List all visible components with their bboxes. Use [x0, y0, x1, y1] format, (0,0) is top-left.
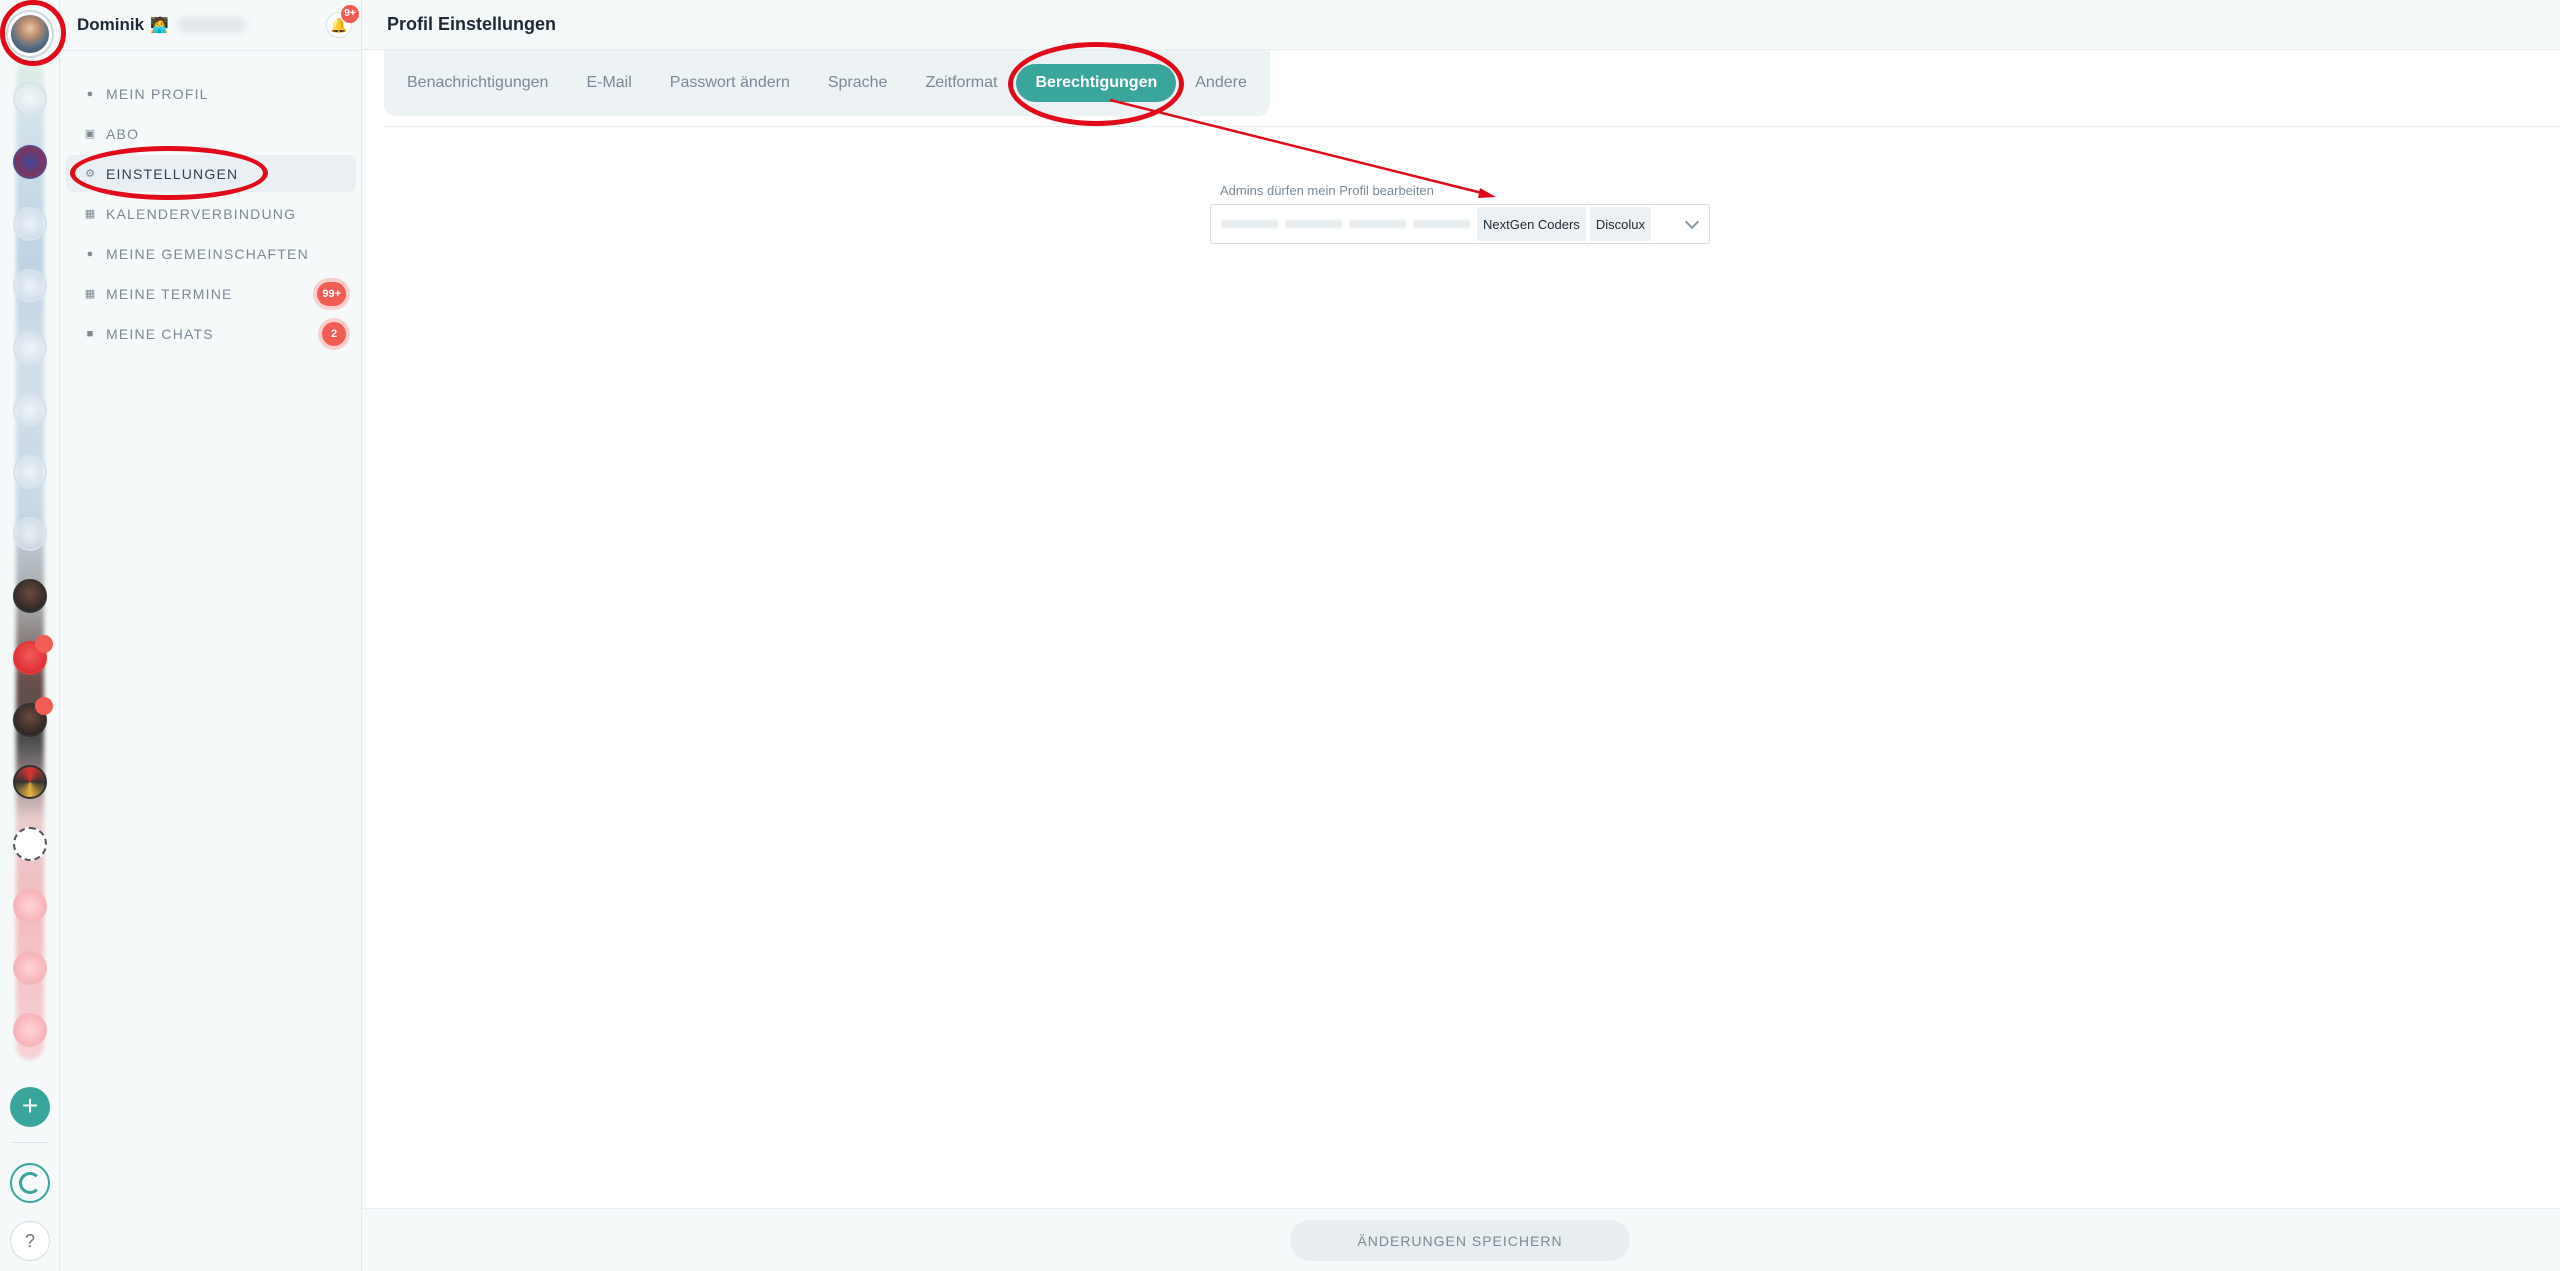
community-item[interactable] [11, 1011, 49, 1049]
community-item[interactable] [11, 763, 49, 801]
community-rail: + ? [0, 0, 60, 1271]
chat-icon: ■ [86, 327, 94, 340]
notifications-button[interactable]: 🔔 9+ [326, 5, 359, 38]
community-item[interactable] [11, 267, 49, 305]
app-logo-icon[interactable] [10, 1163, 50, 1203]
community-item[interactable] [11, 577, 49, 615]
community-item[interactable] [11, 887, 49, 925]
user-avatar[interactable] [8, 12, 52, 56]
sidebar-item-meine-chats[interactable]: ■ MEINE CHATS 2 [66, 315, 356, 352]
question-icon: ? [24, 1231, 35, 1251]
tab-passwort-aendern[interactable]: Passwort ändern [651, 64, 809, 102]
sidebar-item-label: EINSTELLUNGEN [106, 165, 239, 182]
profile-sidebar: Dominik 🧑‍💻 🔔 9+ ● MEIN PROFIL ▣ ABO ⚙ E… [60, 0, 362, 1271]
calendar-sync-icon: ▦ [84, 207, 96, 220]
selected-chip-nextgen-coders[interactable]: NextGen Coders [1477, 207, 1586, 241]
community-item[interactable] [11, 391, 49, 429]
page-header: Profil Einstellungen [362, 0, 2560, 50]
community-item[interactable] [11, 80, 49, 118]
admin-permissions-select[interactable]: NextGen Coders Discolux [1210, 204, 1710, 244]
community-item[interactable] [11, 453, 49, 491]
person-icon: ● [86, 87, 94, 100]
sidebar-item-label: KALENDERVERBINDUNG [106, 205, 297, 222]
tab-sprache[interactable]: Sprache [809, 64, 907, 102]
main-content: Profil Einstellungen Benachrichtigungen … [362, 0, 2560, 1271]
selected-chip-discolux[interactable]: Discolux [1589, 207, 1651, 241]
sidebar-divider [60, 50, 362, 51]
count-badge: 99+ [317, 282, 346, 306]
community-item[interactable] [11, 143, 49, 181]
user-name: Dominik [77, 15, 145, 34]
tab-berechtigungen[interactable]: Berechtigungen [1016, 64, 1177, 102]
selected-chip-blurred [1285, 220, 1343, 228]
sidebar-item-label: MEINE TERMINE [106, 285, 233, 302]
sidebar-item-einstellungen[interactable]: ⚙ EINSTELLUNGEN [66, 155, 356, 192]
community-item[interactable] [11, 329, 49, 367]
footer-bar: ÄNDERUNGEN SPEICHERN [362, 1208, 2560, 1271]
selected-chip-blurred [1349, 220, 1407, 228]
sidebar-item-mein-profil[interactable]: ● MEIN PROFIL [66, 75, 356, 112]
save-changes-button[interactable]: ÄNDERUNGEN SPEICHERN [1290, 1220, 1630, 1261]
group-icon: ● [86, 247, 94, 260]
sidebar-item-label: MEIN PROFIL [106, 85, 209, 102]
rail-divider [12, 1142, 48, 1143]
tabs-divider [384, 126, 2560, 127]
sidebar-item-meine-termine[interactable]: ▦ MEINE TERMINE 99+ [66, 275, 356, 312]
community-item[interactable] [11, 825, 49, 863]
unread-badge [35, 697, 53, 715]
sidebar-item-label: ABO [106, 125, 140, 142]
sidebar-header: Dominik 🧑‍💻 🔔 9+ [60, 0, 362, 50]
help-button[interactable]: ? [10, 1221, 50, 1261]
selected-chip-blurred [1413, 220, 1471, 228]
gear-icon: ⚙ [85, 167, 95, 180]
plus-icon: + [21, 1090, 39, 1121]
add-community-button[interactable]: + [10, 1087, 50, 1127]
tab-benachrichtigungen[interactable]: Benachrichtigungen [388, 64, 567, 102]
calendar-icon: ▦ [84, 287, 96, 300]
sidebar-item-kalenderverbindung[interactable]: ▦ KALENDERVERBINDUNG [66, 195, 356, 232]
sidebar-item-abo[interactable]: ▣ ABO [66, 115, 356, 152]
settings-tabs: Benachrichtigungen E-Mail Passwort änder… [384, 50, 1270, 116]
page-title: Profil Einstellungen [387, 14, 557, 34]
sidebar-item-meine-gemeinschaften[interactable]: ● MEINE GEMEINSCHAFTEN [66, 235, 356, 272]
community-item[interactable] [11, 635, 53, 677]
user-surname-blurred [176, 17, 247, 33]
notification-badge: 9+ [341, 5, 359, 23]
tab-andere[interactable]: Andere [1176, 64, 1266, 102]
card-icon: ▣ [84, 127, 96, 140]
count-badge: 2 [322, 322, 346, 346]
tab-email[interactable]: E-Mail [567, 64, 650, 102]
tab-zeitformat[interactable]: Zeitformat [906, 64, 1016, 102]
sidebar-item-label: MEINE CHATS [106, 325, 214, 342]
sidebar-nav: ● MEIN PROFIL ▣ ABO ⚙ EINSTELLUNGEN ▦ KA… [66, 75, 356, 355]
community-item[interactable] [11, 949, 49, 987]
chevron-down-icon[interactable] [1684, 214, 1700, 230]
community-item[interactable] [11, 697, 53, 739]
community-item[interactable] [11, 205, 49, 243]
permissions-label: Admins dürfen mein Profil bearbeiten [1220, 183, 1434, 198]
selected-chip-blurred [1221, 220, 1279, 228]
community-item[interactable] [11, 515, 49, 553]
sidebar-item-label: MEINE GEMEINSCHAFTEN [106, 245, 309, 262]
user-emoji: 🧑‍💻 [150, 17, 169, 34]
unread-badge [35, 635, 53, 653]
